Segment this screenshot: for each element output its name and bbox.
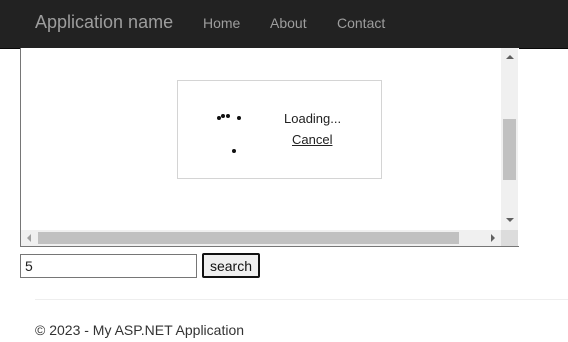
footer-divider	[35, 299, 568, 300]
search-button[interactable]: search	[202, 253, 260, 278]
scroll-right-arrow-icon[interactable]	[491, 234, 495, 242]
nav-link-contact[interactable]: Contact	[337, 15, 385, 31]
loading-panel: Loading... Cancel	[177, 80, 382, 179]
horizontal-scroll-thumb[interactable]	[38, 232, 459, 244]
brand-link[interactable]: Application name	[35, 12, 173, 33]
horizontal-scrollbar[interactable]	[21, 230, 501, 246]
spinner-dot	[226, 114, 230, 118]
navbar: Application name Home About Contact	[0, 0, 568, 49]
loading-spinner-icon	[178, 81, 278, 180]
nav-link-about[interactable]: About	[270, 15, 307, 31]
scrollbar-corner	[501, 230, 518, 246]
spinner-dot	[221, 114, 225, 118]
vertical-scrollbar[interactable]	[501, 48, 518, 230]
search-input[interactable]	[20, 254, 197, 278]
scroll-down-arrow-icon[interactable]	[506, 218, 514, 222]
spinner-dot	[232, 149, 236, 153]
vertical-scroll-thumb[interactable]	[503, 119, 516, 180]
scroll-up-arrow-icon[interactable]	[506, 55, 514, 59]
loading-text: Loading...	[284, 111, 342, 126]
footer-text: © 2023 - My ASP.NET Application	[35, 322, 245, 338]
nav-link-home[interactable]: Home	[203, 15, 240, 31]
spinner-dot	[237, 116, 241, 120]
cancel-link[interactable]: Cancel	[292, 132, 332, 147]
scroll-left-arrow-icon[interactable]	[27, 234, 31, 242]
